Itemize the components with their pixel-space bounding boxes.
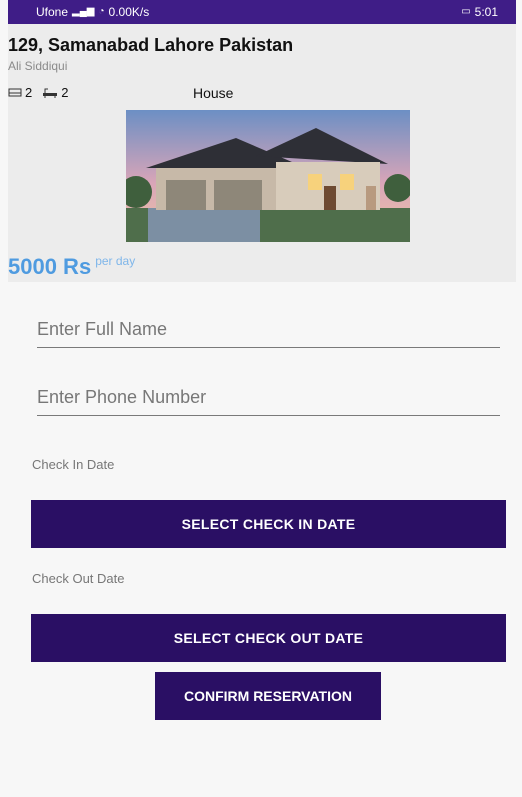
- phone-number-field[interactable]: [37, 380, 500, 416]
- full-name-field[interactable]: [37, 312, 500, 348]
- beds-info: 2: [8, 85, 32, 100]
- signal-icon: ▂▄▆: [72, 6, 95, 17]
- carrier-name: Ufone: [36, 5, 69, 19]
- battery-icon: ▭: [461, 6, 471, 17]
- check-out-label: Check Out Date: [32, 571, 125, 586]
- property-type: House: [193, 85, 234, 101]
- network-speed: 0.00K/s: [108, 5, 150, 19]
- price-section: 5000 Rs per day: [8, 254, 135, 280]
- status-right: ▭ 5:01: [461, 5, 498, 19]
- beds-count: 2: [25, 85, 33, 100]
- status-left: Ufone ▂▄▆ ◔ 0.00K/s: [36, 5, 149, 19]
- owner-name: Ali Siddiqui: [8, 59, 68, 73]
- wifi-icon: ◔: [98, 6, 105, 17]
- baths-count: 2: [61, 85, 69, 100]
- status-bar: Ufone ▂▄▆ ◔ 0.00K/s ▭ 5:01: [8, 0, 516, 24]
- baths-info: 2: [42, 85, 68, 100]
- property-photo: [126, 110, 410, 242]
- listing-header: 129, Samanabad Lahore Pakistan Ali Siddi…: [8, 24, 516, 282]
- bath-icon: [42, 87, 58, 99]
- phone-number-input[interactable]: [37, 380, 500, 415]
- select-check-in-date-button[interactable]: SELECT CHECK IN DATE: [31, 500, 506, 548]
- confirm-reservation-button[interactable]: CONFIRM RESERVATION: [155, 672, 381, 720]
- bed-icon: [8, 87, 22, 99]
- listing-meta: 2 2: [8, 85, 78, 100]
- clock: 5:01: [474, 5, 498, 19]
- price-unit: per day: [95, 254, 136, 268]
- check-in-label: Check In Date: [32, 457, 115, 472]
- select-check-out-date-button[interactable]: SELECT CHECK OUT DATE: [31, 614, 506, 662]
- price-value: 5000 Rs: [8, 254, 92, 279]
- full-name-input[interactable]: [37, 312, 500, 347]
- listing-title: 129, Samanabad Lahore Pakistan: [8, 35, 294, 55]
